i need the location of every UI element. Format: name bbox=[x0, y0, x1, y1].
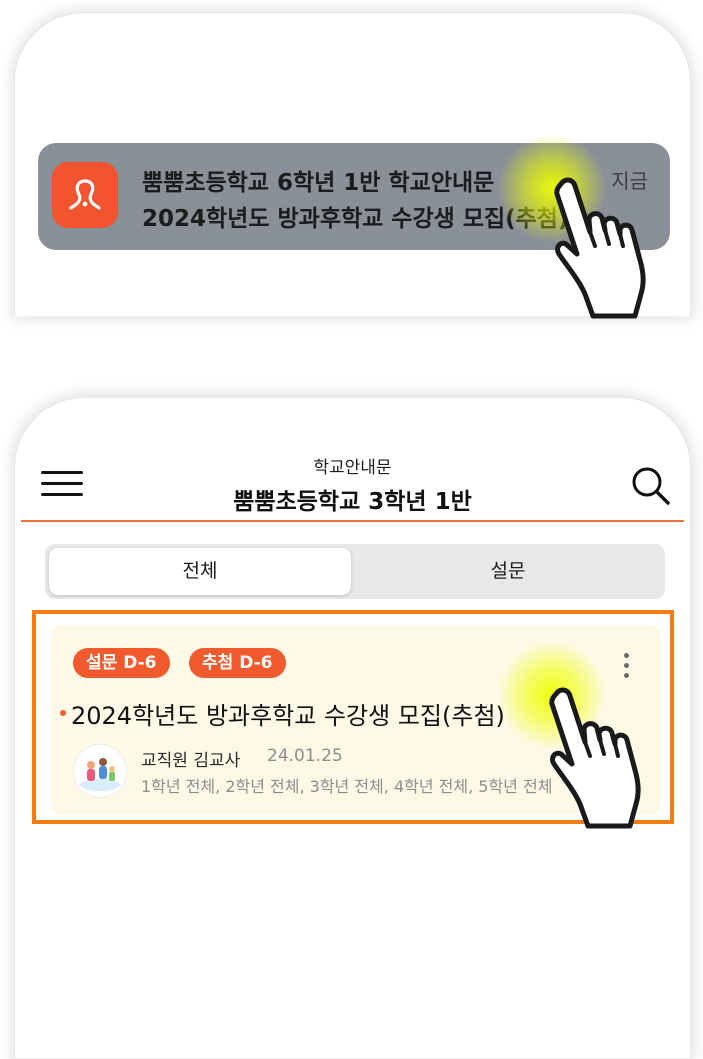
post-date: 24.01.25 bbox=[267, 746, 343, 766]
tap-hand-icon bbox=[554, 177, 646, 319]
tab-survey[interactable]: 설문 bbox=[355, 548, 661, 595]
more-options-icon[interactable] bbox=[622, 653, 630, 679]
unread-dot bbox=[60, 710, 66, 716]
tab-bar: 전체 설문 bbox=[45, 544, 665, 599]
notification-title: 뿜뿜초등학교 6학년 1반 학교안내문 bbox=[142, 170, 495, 196]
tap-hand-icon bbox=[549, 687, 641, 829]
tab-all[interactable]: 전체 bbox=[49, 548, 351, 595]
card-title: 2024학년도 방과후학교 수강생 모집(추첨) bbox=[71, 702, 505, 730]
page-title: 뿜뿜초등학교 3학년 1반 bbox=[233, 489, 472, 515]
app-logo-icon bbox=[52, 162, 118, 228]
survey-badge: 설문 D-6 bbox=[73, 648, 170, 678]
avatar bbox=[73, 744, 127, 798]
page-subtitle: 학교안내문 bbox=[313, 458, 392, 478]
author-name: 교직원 김교사 bbox=[141, 751, 241, 771]
header-divider bbox=[21, 520, 684, 522]
lottery-badge: 추첨 D-6 bbox=[189, 648, 286, 678]
search-icon[interactable] bbox=[629, 464, 673, 512]
